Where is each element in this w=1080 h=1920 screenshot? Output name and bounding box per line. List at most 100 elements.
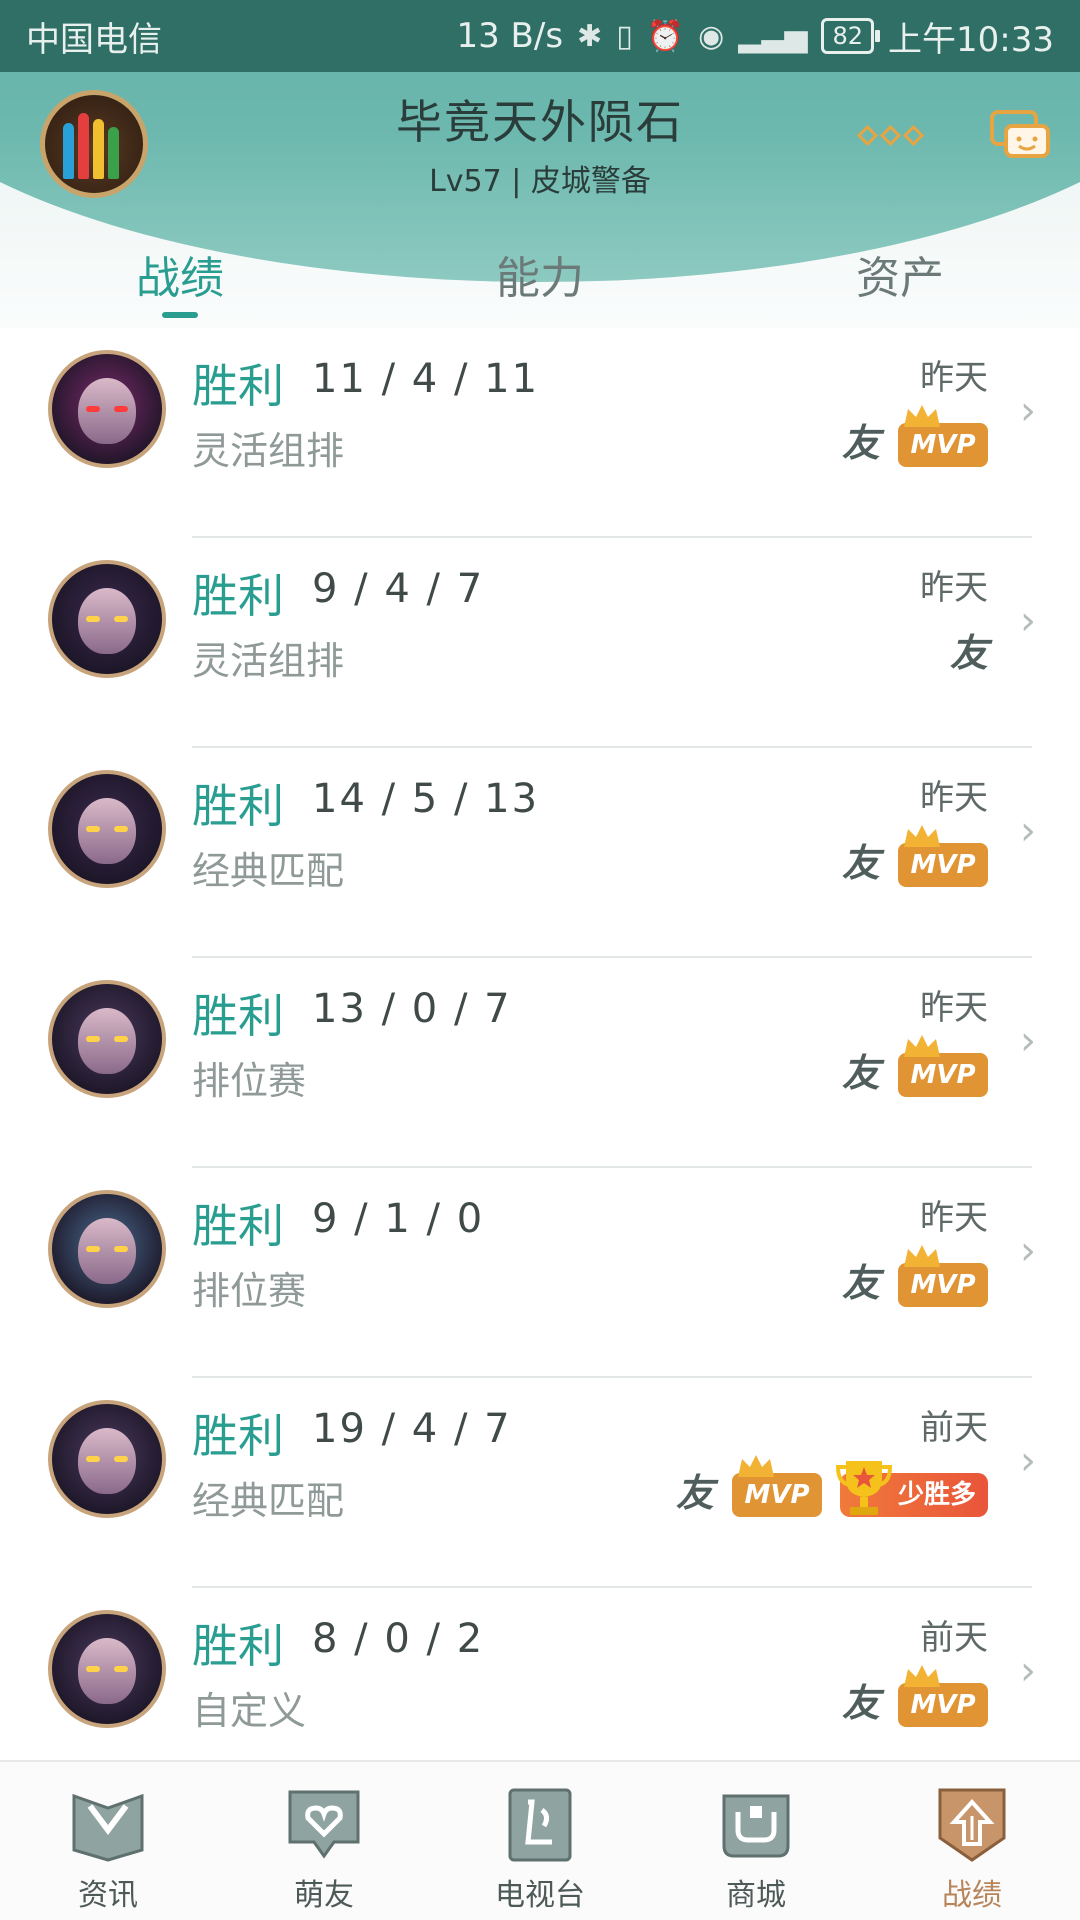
bottom-nav: 资讯 萌友 电视台 商城 战绩 (0, 1760, 1080, 1920)
match-badges: 友 MVP (842, 1245, 988, 1307)
signal-icon: ▂▃▅ (738, 18, 808, 54)
clock: 上午10:33 (888, 19, 1054, 60)
hero-eye-left (86, 616, 100, 622)
match-date: 前天 (920, 1618, 988, 1658)
user-level: Lv57 | 皮城警备 (429, 164, 651, 199)
nav-friends[interactable]: 萌友 (216, 1762, 432, 1920)
hero-eye-left (86, 1246, 100, 1252)
match-result: 胜利 (192, 569, 284, 623)
carrier-label: 中国电信 (26, 19, 162, 60)
match-kda: 9 / 1 / 0 (312, 1196, 485, 1242)
bluetooth-icon: ✱ (577, 18, 603, 54)
chat-bubble-icon[interactable] (990, 110, 1052, 166)
match-row[interactable]: 胜利 9 / 1 / 0 排位赛 昨天 › 友 MVP (0, 1168, 1080, 1378)
hero-eye-right (114, 616, 128, 622)
match-mode: 灵活组排 (192, 639, 345, 683)
mvp-label: MVP (910, 1690, 976, 1720)
nav-tv-label: 电视台 (495, 1878, 585, 1913)
hero-avatar (48, 980, 166, 1098)
match-mode: 经典匹配 (192, 849, 345, 893)
match-row[interactable]: 胜利 9 / 4 / 7 灵活组排 昨天 › 友 (0, 538, 1080, 748)
hero-eye-left (86, 1456, 100, 1462)
shop-icon (722, 1794, 790, 1858)
match-mode: 自定义 (192, 1689, 307, 1733)
crown-icon (904, 405, 940, 427)
hero-eye-left (86, 406, 100, 412)
hero-avatar (48, 1190, 166, 1308)
match-row[interactable]: 胜利 19 / 4 / 7 经典匹配 前天 › 友 MVP 少胜多 (0, 1378, 1080, 1588)
friend-badge: 友 (841, 421, 880, 465)
mvp-badge: MVP (898, 825, 988, 887)
match-date: 昨天 (920, 1198, 988, 1238)
nav-shop-label: 商城 (726, 1878, 786, 1913)
record-icon (938, 1788, 1006, 1862)
friend-badge: 友 (949, 631, 988, 675)
more-dots-icon[interactable] (856, 124, 925, 147)
match-mode: 灵活组排 (192, 429, 345, 473)
hero-avatar (48, 770, 166, 888)
match-kda: 11 / 4 / 11 (312, 356, 540, 402)
mvp-badge: MVP (898, 405, 988, 467)
match-list[interactable]: 胜利 11 / 4 / 11 灵活组排昨天 › 友 MVP 胜利 9 / 4 / 7 灵活组排昨… (0, 328, 1080, 1760)
tv-icon (508, 1788, 572, 1862)
book-icon (72, 1793, 144, 1862)
streak-label: 少胜多 (897, 1480, 976, 1510)
match-row[interactable]: 胜利 13 / 0 / 7 排位赛 昨天 › 友 MVP (0, 958, 1080, 1168)
mvp-label: MVP (910, 430, 976, 460)
chevron-right-icon: › (1020, 388, 1036, 434)
match-row[interactable]: 胜利 8 / 0 / 2 自定义 前天 › 友 MVP (0, 1588, 1080, 1760)
chevron-right-icon: › (1020, 808, 1036, 854)
match-date: 前天 (920, 1408, 988, 1448)
friend-badge: 友 (675, 1471, 714, 1515)
hero-eye-left (86, 826, 100, 832)
match-kda: 19 / 4 / 7 (312, 1406, 512, 1452)
match-row[interactable]: 胜利 14 / 5 / 13 经典匹配 昨天 › 友 MVP (0, 748, 1080, 958)
mvp-badge: MVP (732, 1455, 822, 1517)
match-kda: 13 / 0 / 7 (312, 986, 512, 1032)
match-mode: 经典匹配 (192, 1479, 345, 1523)
crown-icon (904, 1665, 940, 1687)
hero-avatar (48, 1610, 166, 1728)
match-date: 昨天 (920, 988, 988, 1028)
hero-eye-left (86, 1666, 100, 1672)
friend-badge: 友 (841, 1681, 880, 1725)
eye-icon: ◉ (698, 18, 725, 54)
match-badges: 友 MVP (841, 405, 988, 467)
trophy-icon (836, 1461, 892, 1515)
match-badges: 友 MVP (841, 1035, 988, 1097)
hero-eye-left (86, 1036, 100, 1042)
match-row[interactable]: 胜利 11 / 4 / 11 灵活组排 昨天 › 友 MVP (0, 328, 1080, 538)
nav-news-label: 资讯 (78, 1878, 138, 1913)
crown-icon (904, 1035, 940, 1057)
match-badges: 友 MVP (841, 1665, 988, 1727)
mvp-label: MVP (744, 1480, 810, 1510)
status-bar: 中国电信 13 B/s ✱ ▯ ⏰ ◉ ▂▃▅ 82 上午10:33 (0, 0, 1080, 72)
tab-ability[interactable]: 能力 (360, 232, 720, 328)
match-mode: 排位赛 (192, 1059, 307, 1103)
nav-record[interactable]: 战绩 (864, 1762, 1080, 1920)
crown-icon (738, 1455, 774, 1477)
alarm-icon: ⏰ (646, 18, 685, 54)
tab-bar: 战绩 能力 资产 (0, 232, 1080, 328)
chevron-right-icon: › (1020, 1228, 1036, 1274)
hero-eye-right (114, 826, 128, 832)
nav-friends-label: 萌友 (294, 1878, 354, 1913)
chevron-right-icon: › (1020, 1648, 1036, 1694)
friend-badge: 友 (841, 1051, 880, 1095)
friend-badge: 友 (841, 841, 880, 885)
hero-avatar (48, 350, 166, 468)
crown-icon (904, 825, 940, 847)
nav-news[interactable]: 资讯 (0, 1762, 216, 1920)
hero-avatar (48, 1400, 166, 1518)
mvp-label: MVP (910, 1270, 976, 1300)
status-icons: 13 B/s ✱ ▯ ⏰ ◉ ▂▃▅ 82 上午10:33 (456, 12, 1054, 61)
mvp-badge: MVP (898, 1665, 988, 1727)
nav-tv[interactable]: 电视台 (432, 1762, 648, 1920)
tab-assets[interactable]: 资产 (720, 232, 1080, 328)
nav-shop[interactable]: 商城 (648, 1762, 864, 1920)
match-badges: 友 MVP (841, 825, 988, 887)
match-kda: 8 / 0 / 2 (312, 1616, 485, 1662)
tab-record[interactable]: 战绩 (0, 232, 360, 328)
hero-eye-right (114, 1456, 128, 1462)
crown-icon (904, 1245, 940, 1267)
